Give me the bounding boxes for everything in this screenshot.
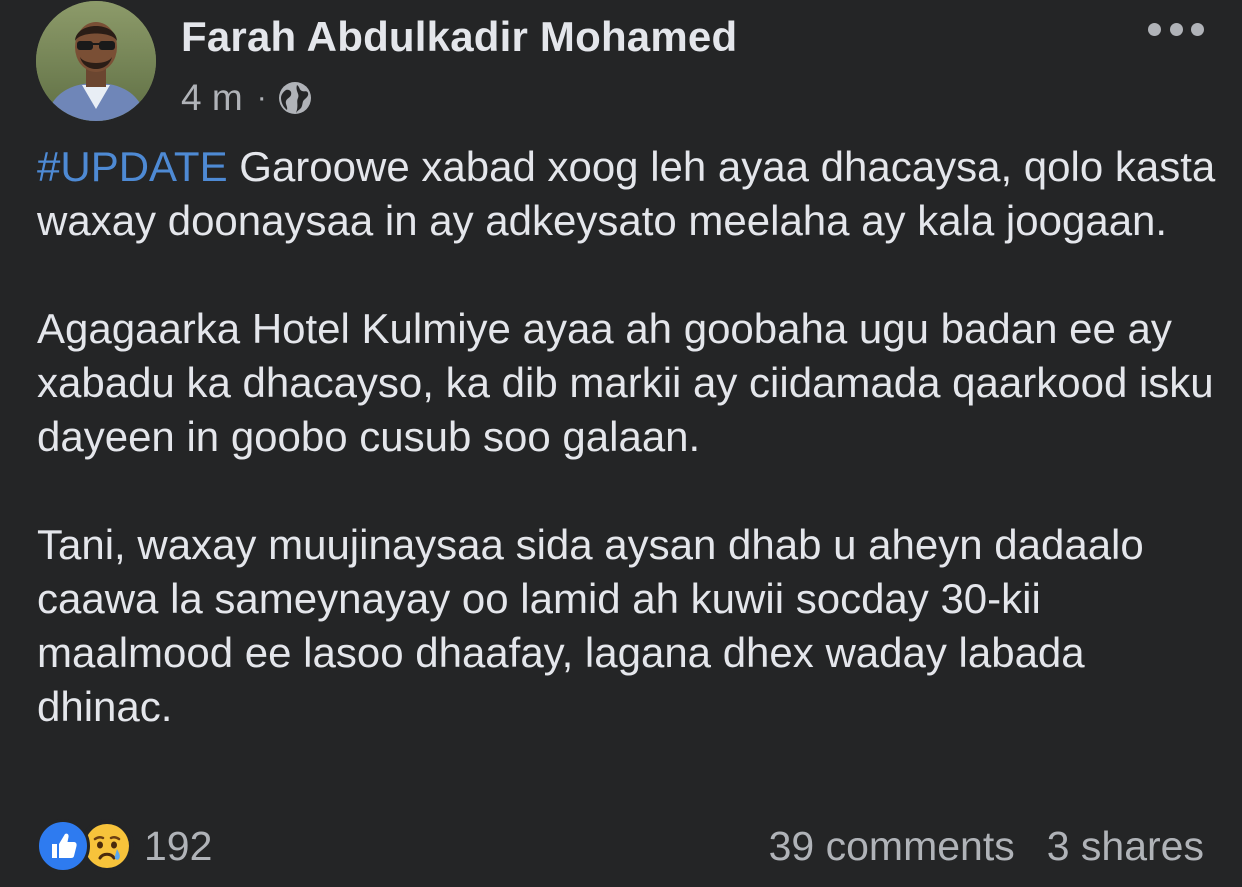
- hashtag-link[interactable]: #UPDATE: [37, 143, 228, 190]
- like-icon: [36, 819, 90, 873]
- engagement-summary: 39 comments 3 shares: [769, 820, 1204, 872]
- paragraph-text: Tani, waxay muujinaysaa sida aysan dhab …: [37, 521, 1144, 730]
- post-meta: 4 m ·: [181, 76, 313, 120]
- post-paragraph: #UPDATE Garoowe xabad xoog leh ayaa dhac…: [37, 140, 1217, 248]
- post-time[interactable]: 4 m: [181, 77, 243, 119]
- shares-count-link[interactable]: 3 shares: [1047, 823, 1204, 870]
- reactions-summary[interactable]: 192: [36, 819, 213, 873]
- author-name[interactable]: Farah Abdulkadir Mohamed: [181, 13, 737, 61]
- more-options-button[interactable]: [1148, 16, 1204, 42]
- paragraph-text: Agagaarka Hotel Kulmiye ayaa ah goobaha …: [37, 305, 1214, 460]
- profile-photo-icon: [36, 1, 156, 121]
- post-text: #UPDATE Garoowe xabad xoog leh ayaa dhac…: [37, 140, 1217, 788]
- meta-separator: ·: [256, 81, 267, 114]
- more-horizontal-icon: [1148, 22, 1161, 36]
- reaction-count: 192: [144, 822, 213, 869]
- post-paragraph: Tani, waxay muujinaysaa sida aysan dhab …: [37, 518, 1217, 734]
- globe-icon[interactable]: [277, 80, 313, 116]
- post-paragraph: Agagaarka Hotel Kulmiye ayaa ah goobaha …: [37, 302, 1217, 464]
- more-horizontal-icon: [1169, 22, 1183, 36]
- facebook-post: Farah Abdulkadir Mohamed 4 m · #UPDATE G…: [0, 0, 1242, 887]
- more-horizontal-icon: [1191, 22, 1204, 36]
- author-avatar[interactable]: [36, 1, 156, 121]
- comments-count-link[interactable]: 39 comments: [769, 823, 1015, 870]
